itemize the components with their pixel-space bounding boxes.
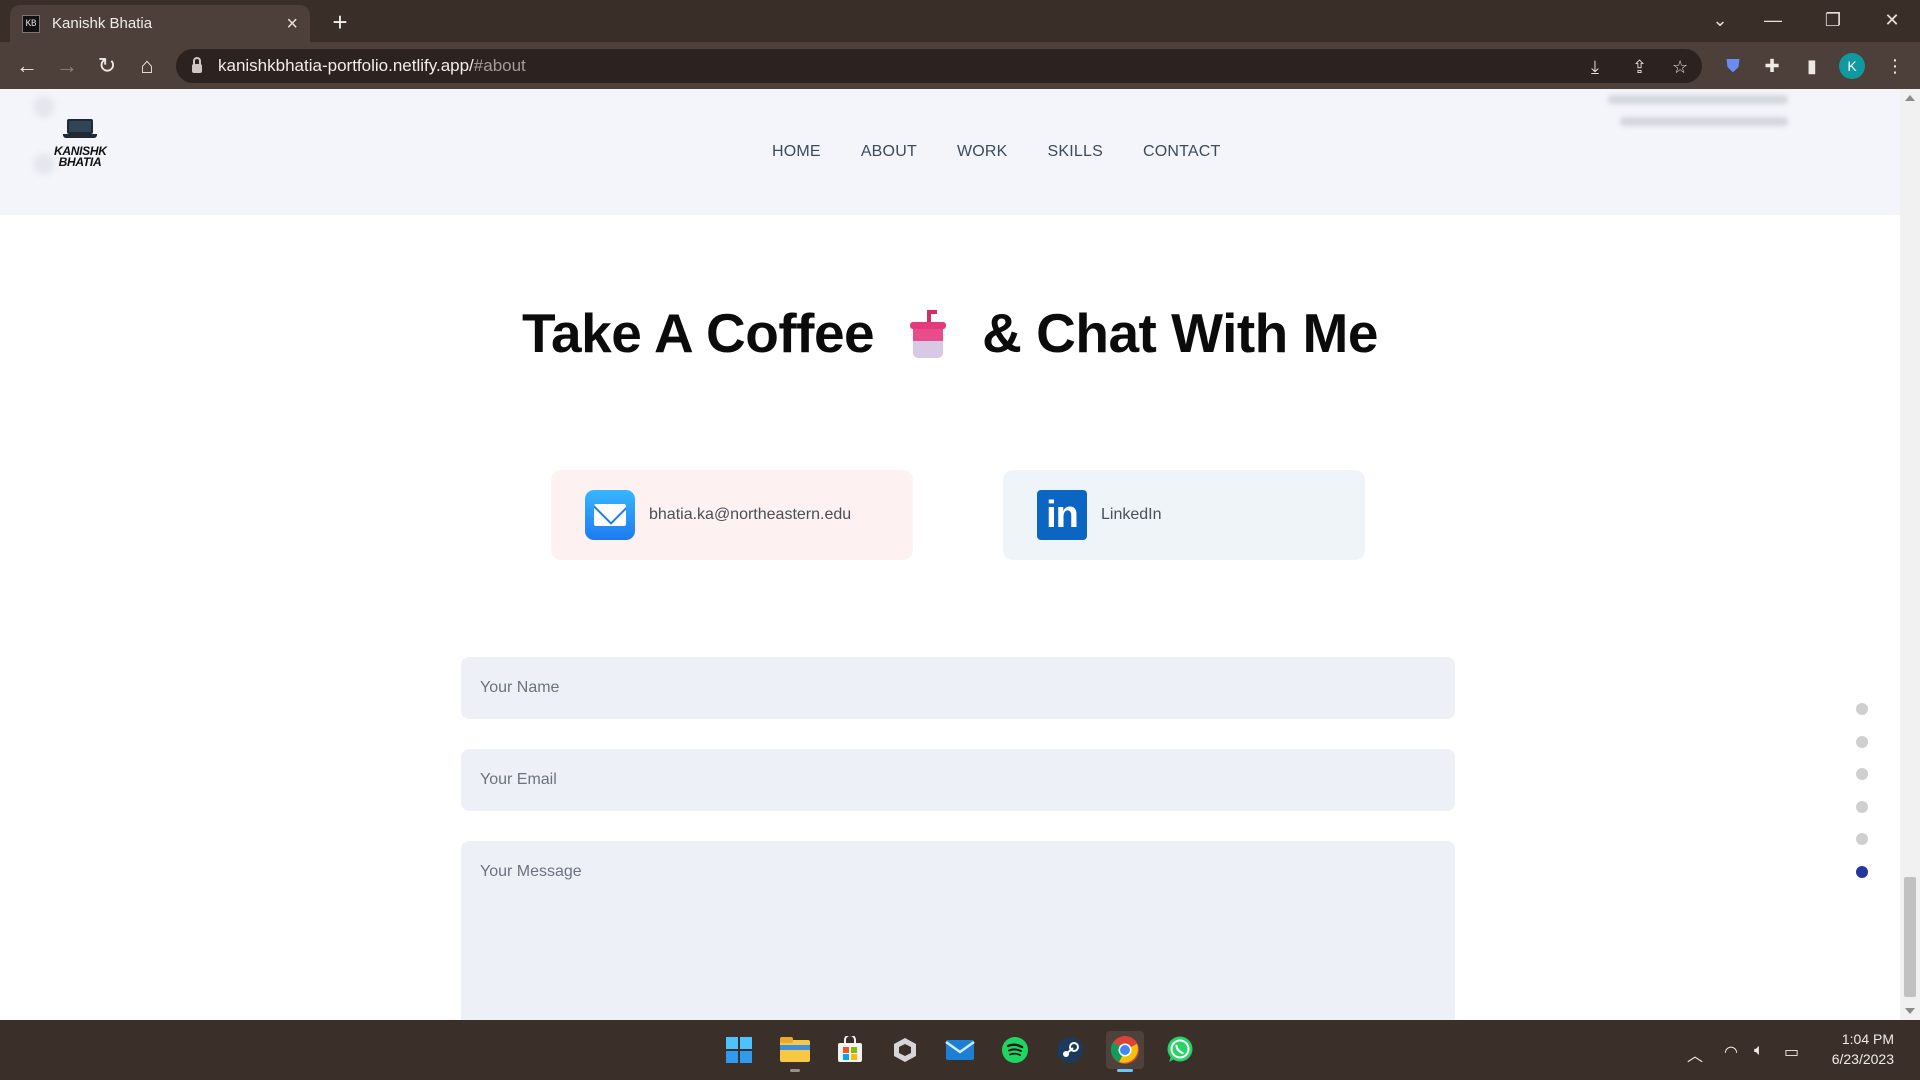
tab-search-icon[interactable]: ⌄ (1692, 0, 1748, 40)
logo-text: KANISHK BHATIA (54, 145, 107, 169)
lock-icon[interactable] (192, 57, 202, 73)
blurred-social-icon (33, 153, 55, 175)
restore-button[interactable]: ❐ (1805, 0, 1861, 40)
wifi-icon[interactable]: ◠ (1724, 1042, 1738, 1062)
new-tab-button[interactable]: + (324, 6, 356, 38)
blurred-footer-text (1620, 117, 1788, 126)
windows-start-icon[interactable] (720, 1031, 758, 1069)
scroll-down-arrow-icon[interactable] (1905, 1008, 1915, 1014)
clock-date: 6/23/2023 (1831, 1051, 1894, 1067)
extension-shield-icon[interactable]: ⛊ (1718, 51, 1748, 81)
address-bar[interactable]: kanishkbhatia-portfolio.netlify.app/#abo… (176, 49, 1702, 83)
forward-button[interactable]: → (51, 50, 83, 82)
nav-skills[interactable]: SKILLS (1048, 143, 1103, 161)
install-app-icon[interactable]: ⤓ (1591, 57, 1599, 78)
email-address: bhatia.ka@northeastern.edu (649, 506, 852, 523)
browser-tab-bar: KB Kanishk Bhatia × + ⌄ — ❐ ✕ (0, 0, 1920, 42)
browser-toolbar: ← → ↻ ⌂ kanishkbhatia-portfolio.netlify.… (0, 42, 1920, 89)
blurred-social-icon (33, 96, 55, 118)
section-dot-nav (1856, 703, 1868, 898)
site-header: KANISHK BHATIA HOME ABOUT WORK SKILLS CO… (0, 89, 1900, 215)
clock-time: 1:04 PM (1841, 1031, 1894, 1047)
nav-home[interactable]: HOME (772, 143, 821, 161)
steam-icon[interactable] (1051, 1031, 1089, 1069)
minimize-button[interactable]: — (1745, 0, 1801, 40)
scroll-up-arrow-icon[interactable] (1905, 95, 1915, 101)
site-logo[interactable]: KANISHK BHATIA (54, 119, 107, 169)
url-host: kanishkbhatia-portfolio.netlify.app/ (218, 56, 474, 75)
reload-button[interactable]: ↻ (91, 50, 123, 82)
name-input[interactable] (461, 657, 1455, 719)
close-tab-icon[interactable]: × (286, 14, 298, 34)
nav-about[interactable]: ABOUT (861, 143, 917, 161)
page-viewport: KANISHK BHATIA HOME ABOUT WORK SKILLS CO… (0, 89, 1900, 1020)
whatsapp-icon[interactable] (1161, 1031, 1199, 1069)
file-explorer-icon[interactable] (776, 1031, 814, 1072)
microsoft-store-icon[interactable] (831, 1031, 869, 1069)
share-icon[interactable]: ⇪ (1632, 57, 1647, 78)
url-path: #about (473, 56, 526, 75)
volume-icon[interactable]: 🔈︎ (1754, 1042, 1764, 1060)
close-window-button[interactable]: ✕ (1864, 0, 1920, 40)
favicon-icon: KB (22, 14, 40, 33)
bookmark-star-icon[interactable]: ☆ (1672, 57, 1688, 78)
menu-kebab-icon[interactable]: ⋮ (1880, 51, 1910, 81)
email-contact-card[interactable]: bhatia.ka@northeastern.edu (551, 470, 913, 560)
unity-hub-icon[interactable] (886, 1031, 924, 1069)
chrome-icon[interactable] (1106, 1031, 1144, 1072)
back-button[interactable]: ← (11, 50, 43, 82)
windows-taskbar: ︿ ◠ 🔈︎ ▭ 1:04 PM 6/23/2023 (0, 1020, 1920, 1080)
contact-heading: Take A Coffee & Chat With Me (0, 301, 1900, 365)
blurred-footer-text (1608, 95, 1788, 104)
home-button[interactable]: ⌂ (131, 50, 163, 82)
email-input[interactable] (461, 749, 1455, 811)
side-panel-icon[interactable]: ▮ (1797, 51, 1827, 81)
linkedin-label: LinkedIn (1101, 506, 1162, 523)
heading-part2: & Chat With Me (982, 302, 1378, 364)
message-textarea[interactable] (461, 841, 1455, 1020)
section-dot[interactable] (1856, 768, 1868, 780)
linkedin-icon: in (1037, 490, 1087, 540)
tab-title: Kanishk Bhatia (52, 15, 153, 32)
battery-icon[interactable]: ▭ (1784, 1042, 1799, 1062)
site-nav: HOME ABOUT WORK SKILLS CONTACT (772, 143, 1221, 161)
nav-contact[interactable]: CONTACT (1143, 143, 1221, 161)
show-hidden-icons-chevron-icon[interactable]: ︿ (1687, 1042, 1703, 1066)
page-scrollbar[interactable] (1900, 89, 1920, 1020)
browser-tab[interactable]: KB Kanishk Bhatia × (10, 5, 310, 42)
laptop-icon (63, 119, 97, 138)
coffee-cup-icon (910, 310, 947, 358)
section-dot-active[interactable] (1856, 865, 1868, 878)
section-dot[interactable] (1856, 735, 1868, 748)
mail-app-icon[interactable] (941, 1031, 979, 1069)
system-clock[interactable]: 1:04 PM 6/23/2023 (1832, 1029, 1894, 1069)
logo-text-line2: BHATIA (58, 155, 102, 169)
section-dot[interactable] (1856, 833, 1868, 845)
spotify-icon[interactable] (996, 1031, 1034, 1069)
scroll-thumb[interactable] (1904, 877, 1916, 997)
profile-avatar[interactable]: K (1839, 53, 1865, 79)
section-dot[interactable] (1856, 703, 1868, 715)
extensions-puzzle-icon[interactable]: ✚ (1757, 51, 1787, 81)
nav-work[interactable]: WORK (957, 143, 1008, 161)
section-dot[interactable] (1856, 800, 1868, 813)
linkedin-contact-card[interactable]: in LinkedIn (1003, 470, 1365, 560)
mail-icon (585, 490, 635, 540)
heading-part1: Take A Coffee (522, 302, 875, 364)
